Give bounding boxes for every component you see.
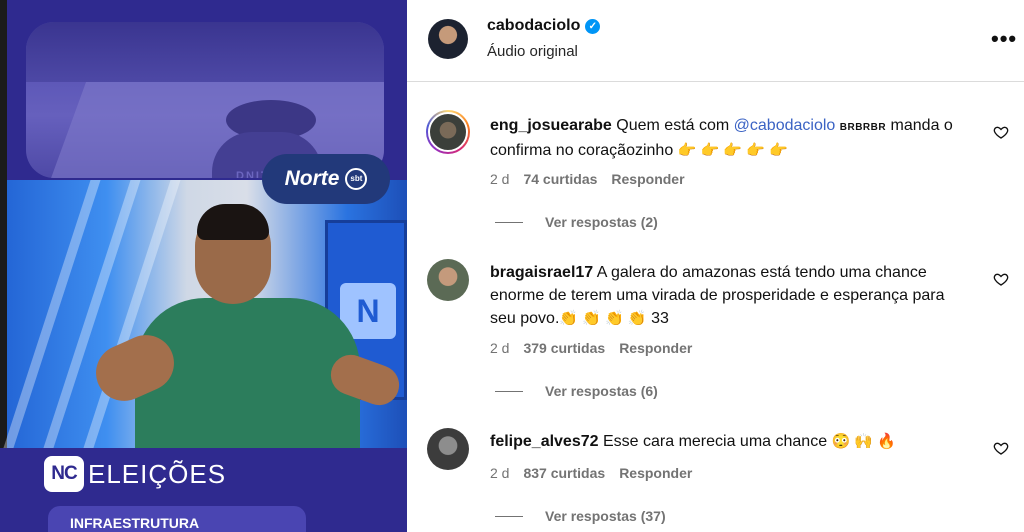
author-username[interactable]: cabodaciolo ✓ <box>487 17 601 35</box>
comment-text: bragaisrael17 A galera do amazonas está … <box>490 261 970 330</box>
comment-age[interactable]: 2 d <box>490 340 509 356</box>
reply-button[interactable]: Responder <box>619 465 692 481</box>
norte-sbt-logo: Norte sbt <box>262 154 390 204</box>
comment-likes[interactable]: 74 curtidas <box>523 171 597 187</box>
emoji-pointing-hands: 👉 👉 👉 👉 👉 <box>677 142 788 159</box>
comment-text: eng_josuearabe Quem está com @cabodaciol… <box>490 114 970 162</box>
like-heart-icon[interactable] <box>993 124 1009 140</box>
like-heart-icon[interactable] <box>993 440 1009 456</box>
view-replies-button[interactable]: Ver respostas (2) <box>495 214 658 230</box>
commenter-username[interactable]: felipe_alves72 <box>490 433 599 450</box>
comment-body: Esse cara merecia uma chance <box>602 433 828 450</box>
emoji-clapping-hands: 👏 👏 👏 👏 <box>559 310 647 327</box>
replies-divider <box>495 221 523 223</box>
author-username-text[interactable]: cabodaciolo <box>487 17 580 35</box>
comment-text: felipe_alves72 Esse cara merecia uma cha… <box>490 430 970 453</box>
view-replies-label[interactable]: Ver respostas (37) <box>545 508 666 524</box>
comment-meta: 2 d 74 curtidas Responder <box>490 171 685 187</box>
comment-suffix: 33 <box>651 310 669 327</box>
commenter-avatar[interactable] <box>426 110 470 154</box>
mention-link[interactable]: @cabodaciolo <box>734 117 836 134</box>
commenter-username[interactable]: bragaisrael17 <box>490 264 593 281</box>
nc-logo: NC <box>44 456 84 492</box>
view-replies-label[interactable]: Ver respostas (2) <box>545 214 658 230</box>
comments-panel: cabodaciolo ✓ Áudio original ••• eng_jos… <box>407 0 1024 532</box>
comment-small-text: BRBRBR <box>839 122 887 133</box>
comment-likes[interactable]: 379 curtidas <box>523 340 605 356</box>
comment-age[interactable]: 2 d <box>490 465 509 481</box>
comment-body: Quem está com <box>616 117 734 134</box>
replies-divider <box>495 515 523 517</box>
presenter-hair <box>197 204 269 240</box>
comment-age[interactable]: 2 d <box>490 171 509 187</box>
reply-button[interactable]: Responder <box>619 340 692 356</box>
commenter-username[interactable]: eng_josuearabe <box>490 117 612 134</box>
sbt-logo: sbt <box>345 168 368 190</box>
more-options-icon[interactable]: ••• <box>991 26 1017 52</box>
verified-badge-icon: ✓ <box>585 18 601 34</box>
original-audio-link[interactable]: Áudio original <box>487 43 578 60</box>
reply-button[interactable]: Responder <box>611 171 684 187</box>
commenter-avatar[interactable] <box>427 428 469 470</box>
comment-likes[interactable]: 837 curtidas <box>523 465 605 481</box>
topic-tag: INFRAESTRUTURA <box>48 506 306 532</box>
eleicoes-title: ELEIÇÕES <box>88 459 227 489</box>
forest-band <box>26 22 384 82</box>
view-replies-label[interactable]: Ver respostas (6) <box>545 383 658 399</box>
emoji-reactions: 😳 🙌 🔥 <box>831 433 896 450</box>
video-player[interactable]: DNIT N Norte sbt NC ELEIÇÕES INFRAESTRUT… <box>0 0 407 532</box>
replies-divider <box>495 390 523 392</box>
post-header: cabodaciolo ✓ Áudio original ••• <box>407 0 1024 82</box>
commenter-avatar[interactable] <box>427 259 469 301</box>
author-avatar[interactable] <box>428 19 468 59</box>
brand-name: Norte <box>284 167 340 190</box>
comment-meta: 2 d 837 curtidas Responder <box>490 465 692 481</box>
view-replies-button[interactable]: Ver respostas (37) <box>495 508 666 524</box>
like-heart-icon[interactable] <box>993 271 1009 287</box>
view-replies-button[interactable]: Ver respostas (6) <box>495 383 658 399</box>
comment-meta: 2 d 379 curtidas Responder <box>490 340 692 356</box>
